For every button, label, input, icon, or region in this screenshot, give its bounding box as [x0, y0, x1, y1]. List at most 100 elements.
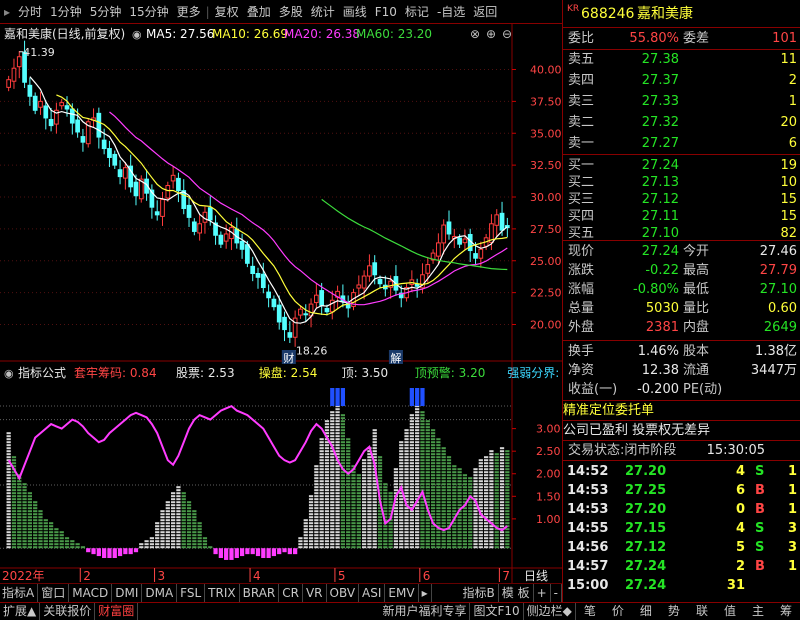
indicator-tab-right-2[interactable]: + — [534, 584, 551, 602]
indicator-column-dot — [11, 498, 17, 501]
footer-mid-1[interactable]: 图文F10 — [470, 603, 524, 620]
indicator-column-dot — [457, 483, 462, 486]
indicator-tab-0[interactable]: 指标A — [0, 584, 39, 602]
indicator-column-dot — [27, 534, 32, 537]
sell-price[interactable]: 27.27 — [642, 133, 679, 154]
indicator-column-dot — [415, 546, 420, 549]
back-button[interactable]: 返回 — [469, 0, 501, 23]
ma-toggle-icon[interactable]: ◉ — [132, 28, 142, 41]
entrust-title[interactable]: 精准定位委托单 — [563, 400, 800, 421]
footer-right-1[interactable]: 价 — [604, 603, 632, 620]
chart-area[interactable]: 20.00 22.50 25.00 27.50 30.00 32.50 35.00 37.50… — [0, 24, 649, 594]
indicator-column-dot — [499, 468, 505, 471]
indicator-column-dot — [340, 540, 346, 543]
stats-button[interactable]: 统计 — [307, 0, 339, 23]
footer-mid-2[interactable]: 侧边栏◆ — [524, 603, 576, 620]
footer-right-5[interactable]: 值 — [716, 603, 744, 620]
indicator-column-dot — [186, 546, 192, 549]
indicator-column-dot — [324, 534, 330, 537]
candle-body — [207, 207, 213, 221]
indicator-tab-12[interactable]: EMV — [385, 584, 419, 602]
indicator-column-dot — [484, 510, 489, 513]
indicator-tab-2[interactable]: MACD — [69, 584, 113, 602]
mark-button[interactable]: 标记 — [401, 0, 433, 23]
tab-fenshi[interactable]: 分时 — [14, 0, 46, 23]
indicator-column-dot — [436, 543, 441, 546]
footer-left-1[interactable]: 关联报价 — [40, 603, 96, 620]
footer-right-3[interactable]: 势 — [660, 603, 688, 620]
footer-right-2[interactable]: 细 — [632, 603, 660, 620]
zoom-out-icon[interactable]: ⊖ — [502, 27, 512, 41]
multi-stock-button[interactable]: 多股 — [275, 0, 307, 23]
indicator-column-dot — [367, 543, 372, 546]
indicator-column-dot — [27, 540, 32, 543]
indicator-tab-4[interactable]: DMA — [142, 584, 178, 602]
indicator-tab-5[interactable]: FSL — [177, 584, 206, 602]
indicator-column-dot — [499, 450, 505, 453]
indicator-column-dot — [415, 513, 420, 516]
indicator-column-dot — [499, 546, 505, 549]
indicator-tab-7[interactable]: BRAR — [240, 584, 280, 602]
indicator-column-dot — [346, 513, 351, 516]
f10-button[interactable]: F10 — [371, 0, 401, 23]
footer-right-0[interactable]: 笔 — [576, 603, 604, 620]
indicator-column-dot — [330, 435, 335, 438]
indicator-tab-8[interactable]: CR — [279, 584, 303, 602]
footer-right-6[interactable]: 主 — [744, 603, 772, 620]
footer-right-4[interactable]: 联 — [688, 603, 716, 620]
tab-more[interactable]: 更多 — [173, 0, 205, 23]
kline-chart-svg[interactable]: 20.0022.5025.0027.5030.0032.5035.0037.50… — [0, 24, 649, 584]
indicator-tab-6[interactable]: TRIX — [205, 584, 240, 602]
indicator-tab-3[interactable]: DMI — [112, 584, 143, 602]
indicator-tab-11[interactable]: ASI — [359, 584, 386, 602]
sell-price[interactable]: 27.38 — [642, 49, 679, 70]
zoom-in-icon[interactable]: ⊕ — [486, 27, 496, 41]
indicator-column-dot — [404, 459, 409, 462]
tab-1min[interactable]: 1分钟 — [46, 0, 86, 23]
indicator-column-dot — [430, 462, 436, 465]
indicator-tab-right-1[interactable]: 模 板 — [499, 584, 534, 602]
tab-5min[interactable]: 5分钟 — [86, 0, 126, 23]
indicator-column-dot — [367, 519, 372, 522]
indicator-title: 指标公式 — [18, 365, 66, 380]
indicator-toggle-icon[interactable]: ◉ — [4, 367, 14, 380]
indicator-column-dot — [415, 426, 420, 429]
indicator-column-dot — [420, 420, 425, 423]
indicator-tab-10[interactable]: OBV — [327, 584, 360, 602]
indicator-column-dot — [22, 504, 27, 507]
indicator-tab-13[interactable]: ▸ — [419, 584, 432, 602]
indicator-column-dot — [393, 510, 399, 513]
indicator-column-dot — [505, 462, 510, 465]
indicator-column-dot — [186, 516, 192, 519]
candle-body — [69, 108, 75, 124]
sell-price[interactable]: 27.37 — [642, 70, 679, 91]
indicator-tab-right-3[interactable]: - — [551, 584, 562, 602]
draw-line-button[interactable]: 画线 — [339, 0, 371, 23]
indicator-column-dot — [420, 447, 425, 450]
indicator-tab-1[interactable]: 窗口 — [38, 584, 70, 602]
watchlist-button[interactable]: -自选 — [433, 0, 469, 23]
indicator-tab-9[interactable]: VR — [303, 584, 327, 602]
toolbar-icon-menu[interactable]: ▸ — [0, 0, 14, 23]
indicator-tab-right-0[interactable]: 指标B — [460, 584, 499, 602]
indicator-column-dot — [346, 465, 351, 468]
indicator-column-dot — [17, 492, 22, 495]
footer-right-7[interactable]: 筹 — [772, 603, 800, 620]
footer-mid-0[interactable]: 新用户福利专享 — [379, 603, 471, 620]
indicator-column-dot — [383, 534, 388, 537]
sell-price[interactable]: 27.32 — [642, 112, 679, 133]
fuquan-button[interactable]: 复权 — [211, 0, 243, 23]
close-icon[interactable]: ⊗ — [470, 27, 480, 41]
indicator-column-dot — [38, 522, 43, 525]
sell-price[interactable]: 27.33 — [642, 91, 679, 112]
indicator-column-dot — [335, 540, 340, 543]
overlay-button[interactable]: 叠加 — [243, 0, 275, 23]
indicator-column-dot — [192, 522, 197, 525]
period-label[interactable]: 日线 — [524, 569, 548, 583]
footer-left-2[interactable]: 财富圈 — [95, 603, 139, 620]
indicator-column-dot — [457, 525, 462, 528]
tab-15min[interactable]: 15分钟 — [125, 0, 172, 23]
indicator-column-dot — [462, 492, 468, 495]
footer-left-0[interactable]: 扩展▲ — [0, 603, 41, 620]
stat-label-2: 最高 — [683, 263, 710, 278]
